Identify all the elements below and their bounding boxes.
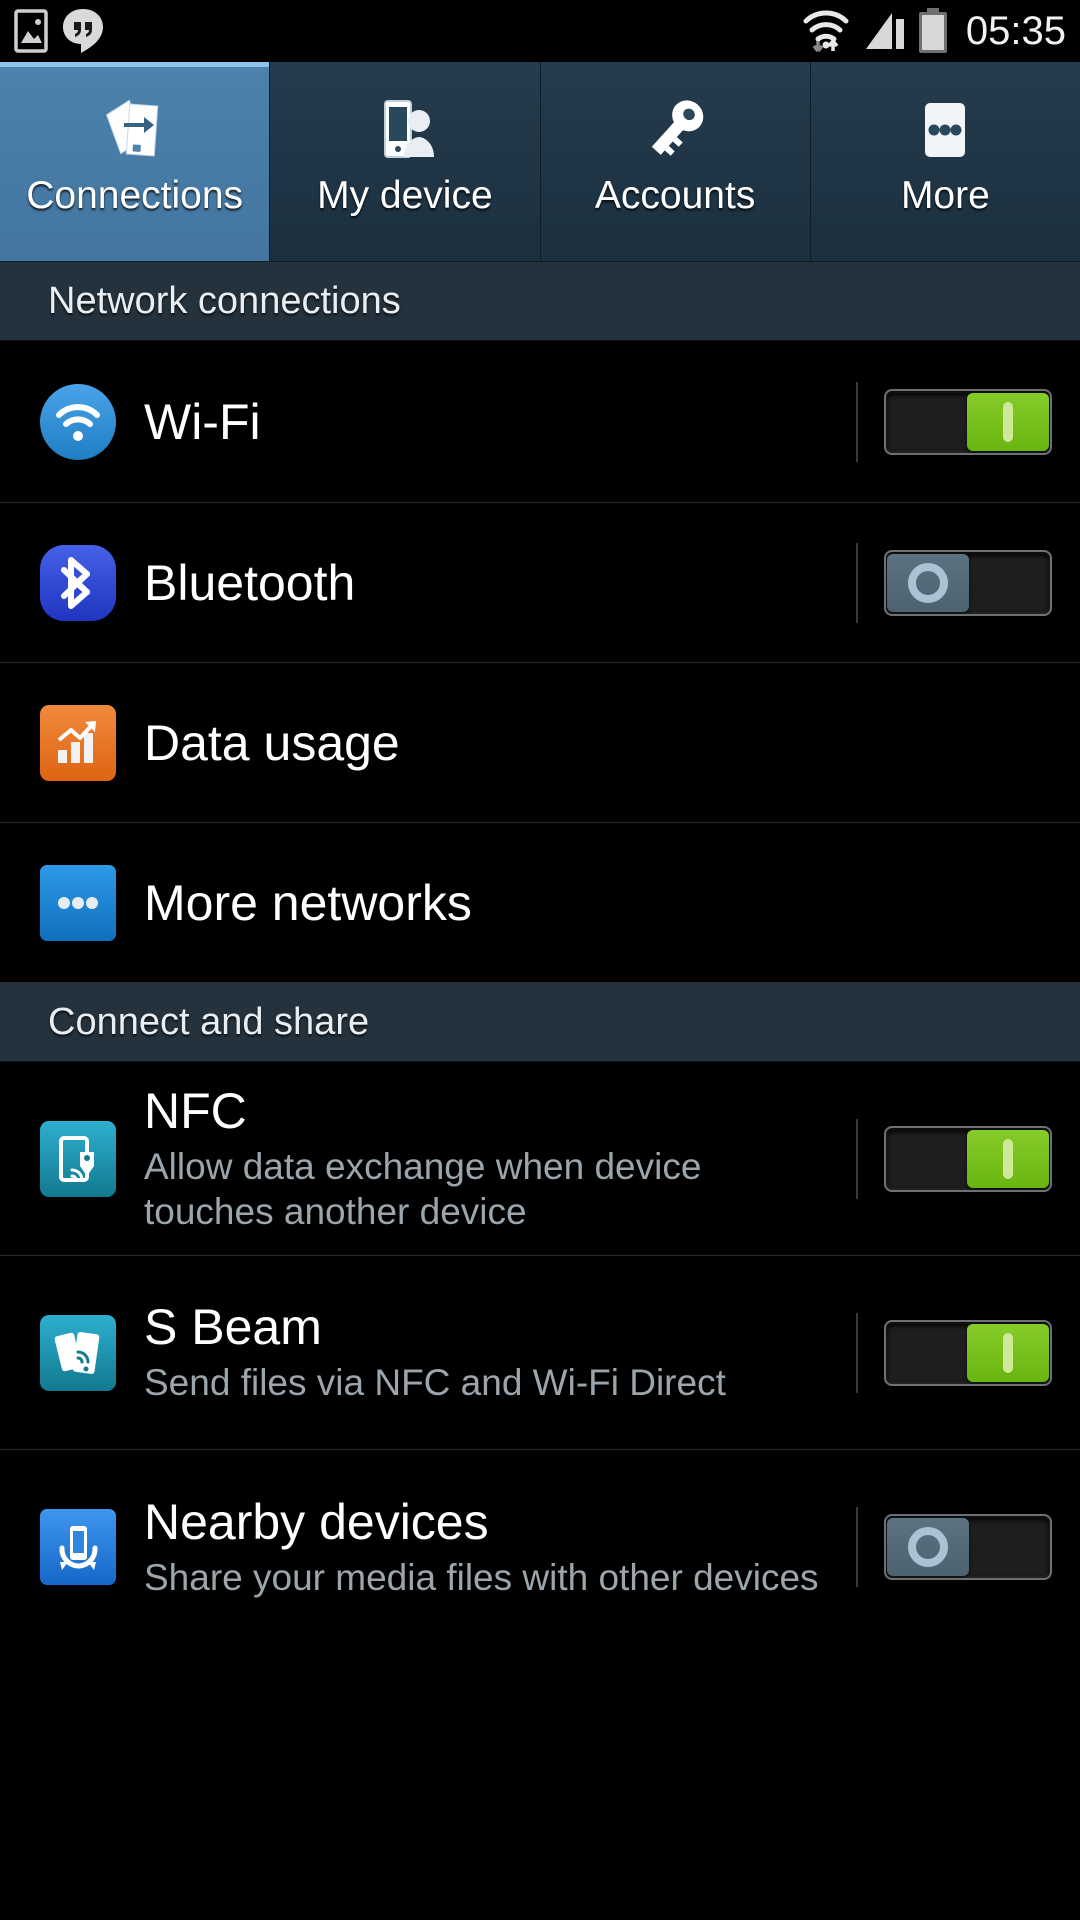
bluetooth-icon — [38, 543, 118, 623]
row-title: Data usage — [144, 714, 400, 771]
cellular-signal-icon — [865, 13, 904, 49]
row-divider — [856, 1507, 858, 1587]
more-networks-icon — [38, 863, 118, 943]
connections-icon — [94, 88, 176, 172]
nearby-devices-toggle[interactable] — [884, 1514, 1052, 1580]
row-toggle-area — [856, 381, 1080, 462]
more-dots-icon — [904, 88, 986, 172]
nfc-icon — [38, 1119, 118, 1199]
tab-label: My device — [317, 174, 493, 217]
row-wifi[interactable]: Wi-Fi — [0, 341, 1080, 503]
section-header-network-connections: Network connections — [0, 262, 1080, 341]
hangouts-message-icon — [63, 9, 103, 53]
accounts-key-icon — [634, 88, 716, 172]
row-text: Bluetooth — [144, 555, 856, 611]
row-more-networks[interactable]: More networks — [0, 823, 1080, 983]
nearby-devices-icon — [38, 1507, 118, 1587]
bluetooth-toggle[interactable] — [884, 549, 1052, 616]
status-bar: 05:35 — [0, 0, 1080, 62]
row-text: More networks — [144, 875, 1080, 931]
row-title: S Beam — [144, 1299, 322, 1356]
tab-more[interactable]: More — [810, 62, 1080, 261]
tab-label: More — [900, 174, 990, 217]
row-toggle-area — [856, 1507, 1080, 1587]
row-title: NFC — [144, 1083, 247, 1140]
row-title: Wi-Fi — [144, 393, 261, 450]
tab-connections[interactable]: Connections — [0, 62, 271, 261]
row-nfc[interactable]: NFC Allow data exchange when device touc… — [0, 1062, 1080, 1256]
row-subtitle: Share your media files with other device… — [144, 1556, 819, 1598]
status-bar-system-icons: 05:35 — [800, 5, 1066, 57]
row-s-beam[interactable]: S Beam Send files via NFC and Wi-Fi Dire… — [0, 1256, 1080, 1450]
row-toggle-area — [856, 542, 1080, 623]
row-divider — [856, 542, 858, 623]
row-data-usage[interactable]: Data usage — [0, 663, 1080, 823]
row-title: More networks — [144, 874, 472, 931]
nfc-toggle[interactable] — [884, 1125, 1052, 1192]
battery-icon — [918, 8, 947, 53]
row-divider — [856, 1312, 858, 1393]
row-text: S Beam Send files via NFC and Wi-Fi Dire… — [144, 1299, 856, 1405]
tab-label: Connections — [26, 174, 244, 217]
row-subtitle: Allow data exchange when device touches … — [144, 1146, 702, 1232]
row-bluetooth[interactable]: Bluetooth — [0, 503, 1080, 663]
wifi-signal-icon — [803, 10, 849, 53]
row-divider — [856, 381, 858, 462]
gallery-image-icon — [14, 9, 48, 53]
row-nearby-devices[interactable]: Nearby devices Share your media files wi… — [0, 1450, 1080, 1644]
status-bar-clock: 05:35 — [965, 9, 1066, 53]
tab-my-device[interactable]: My device — [270, 62, 541, 261]
my-device-icon — [364, 88, 446, 172]
section-header-connect-and-share: Connect and share — [0, 983, 1080, 1062]
row-title: Nearby devices — [144, 1493, 489, 1550]
row-toggle-area — [856, 1312, 1080, 1393]
row-text: Data usage — [144, 715, 1080, 771]
row-divider — [856, 1118, 858, 1199]
row-title: Bluetooth — [144, 554, 356, 611]
settings-tab-bar: Connections My device Accounts More — [0, 62, 1080, 262]
s-beam-icon — [38, 1313, 118, 1393]
row-subtitle: Send files via NFC and Wi-Fi Direct — [144, 1362, 726, 1404]
wifi-toggle[interactable] — [884, 388, 1052, 455]
data-usage-icon — [38, 703, 118, 783]
row-text: Nearby devices Share your media files wi… — [144, 1494, 856, 1600]
row-text: Wi-Fi — [144, 394, 856, 450]
status-bar-notification-icons — [14, 8, 104, 54]
row-text: NFC Allow data exchange when device touc… — [144, 1083, 856, 1234]
wifi-icon — [38, 382, 118, 462]
s-beam-toggle[interactable] — [884, 1319, 1052, 1386]
tab-accounts[interactable]: Accounts — [540, 62, 811, 261]
tab-label: Accounts — [594, 174, 756, 217]
row-toggle-area — [856, 1118, 1080, 1199]
